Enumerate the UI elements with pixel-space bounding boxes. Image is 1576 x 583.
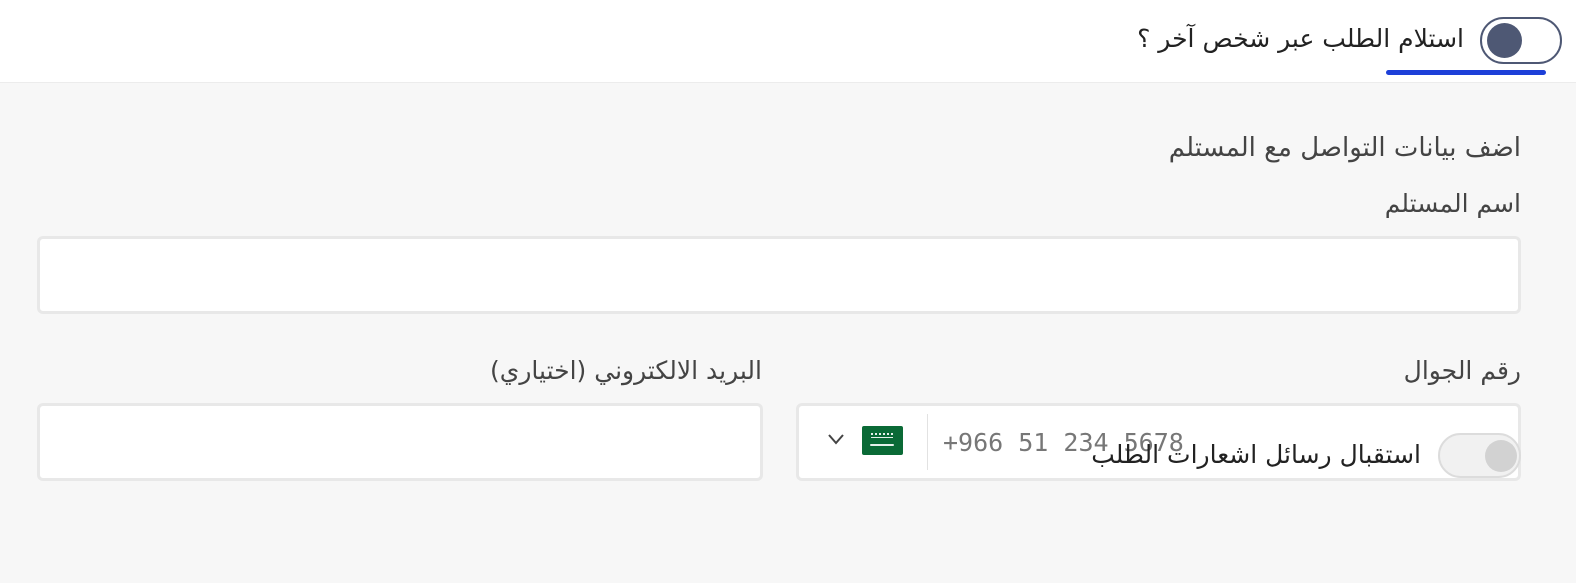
toggle-knob xyxy=(1485,440,1517,472)
focus-underline xyxy=(1386,70,1546,75)
alt-recipient-row: استلام الطلب عبر شخص آخر ؟ xyxy=(0,0,1576,82)
alt-recipient-toggle[interactable] xyxy=(1480,17,1562,64)
toggle-knob xyxy=(1487,23,1522,58)
email-input[interactable] xyxy=(40,406,760,478)
phone-label: رقم الجوال xyxy=(1403,356,1521,385)
recipient-name-field-wrapper xyxy=(37,236,1521,314)
email-label: البريد الالكتروني (اختياري) xyxy=(490,356,762,385)
country-code-select[interactable] xyxy=(799,406,927,478)
recipient-name-label: اسم المستلم xyxy=(1384,189,1521,218)
order-recipient-form: استلام الطلب عبر شخص آخر ؟ اضف بيانات ال… xyxy=(0,0,1576,583)
flag-sword xyxy=(870,444,894,446)
alt-recipient-label: استلام الطلب عبر شخص آخر ؟ xyxy=(1137,24,1464,53)
recipient-name-input[interactable] xyxy=(40,239,1518,311)
notifications-toggle[interactable] xyxy=(1438,433,1521,478)
section-title: اضف بيانات التواصل مع المستلم xyxy=(1168,133,1521,163)
email-field-wrapper xyxy=(37,403,763,481)
flag-script xyxy=(871,433,893,438)
recipient-contact-panel: اضف بيانات التواصل مع المستلم اسم المستل… xyxy=(0,82,1576,583)
notifications-label: استقبال رسائل اشعارات الطلب xyxy=(1091,440,1421,469)
saudi-arabia-flag-icon xyxy=(862,426,903,455)
chevron-down-icon xyxy=(828,434,844,445)
